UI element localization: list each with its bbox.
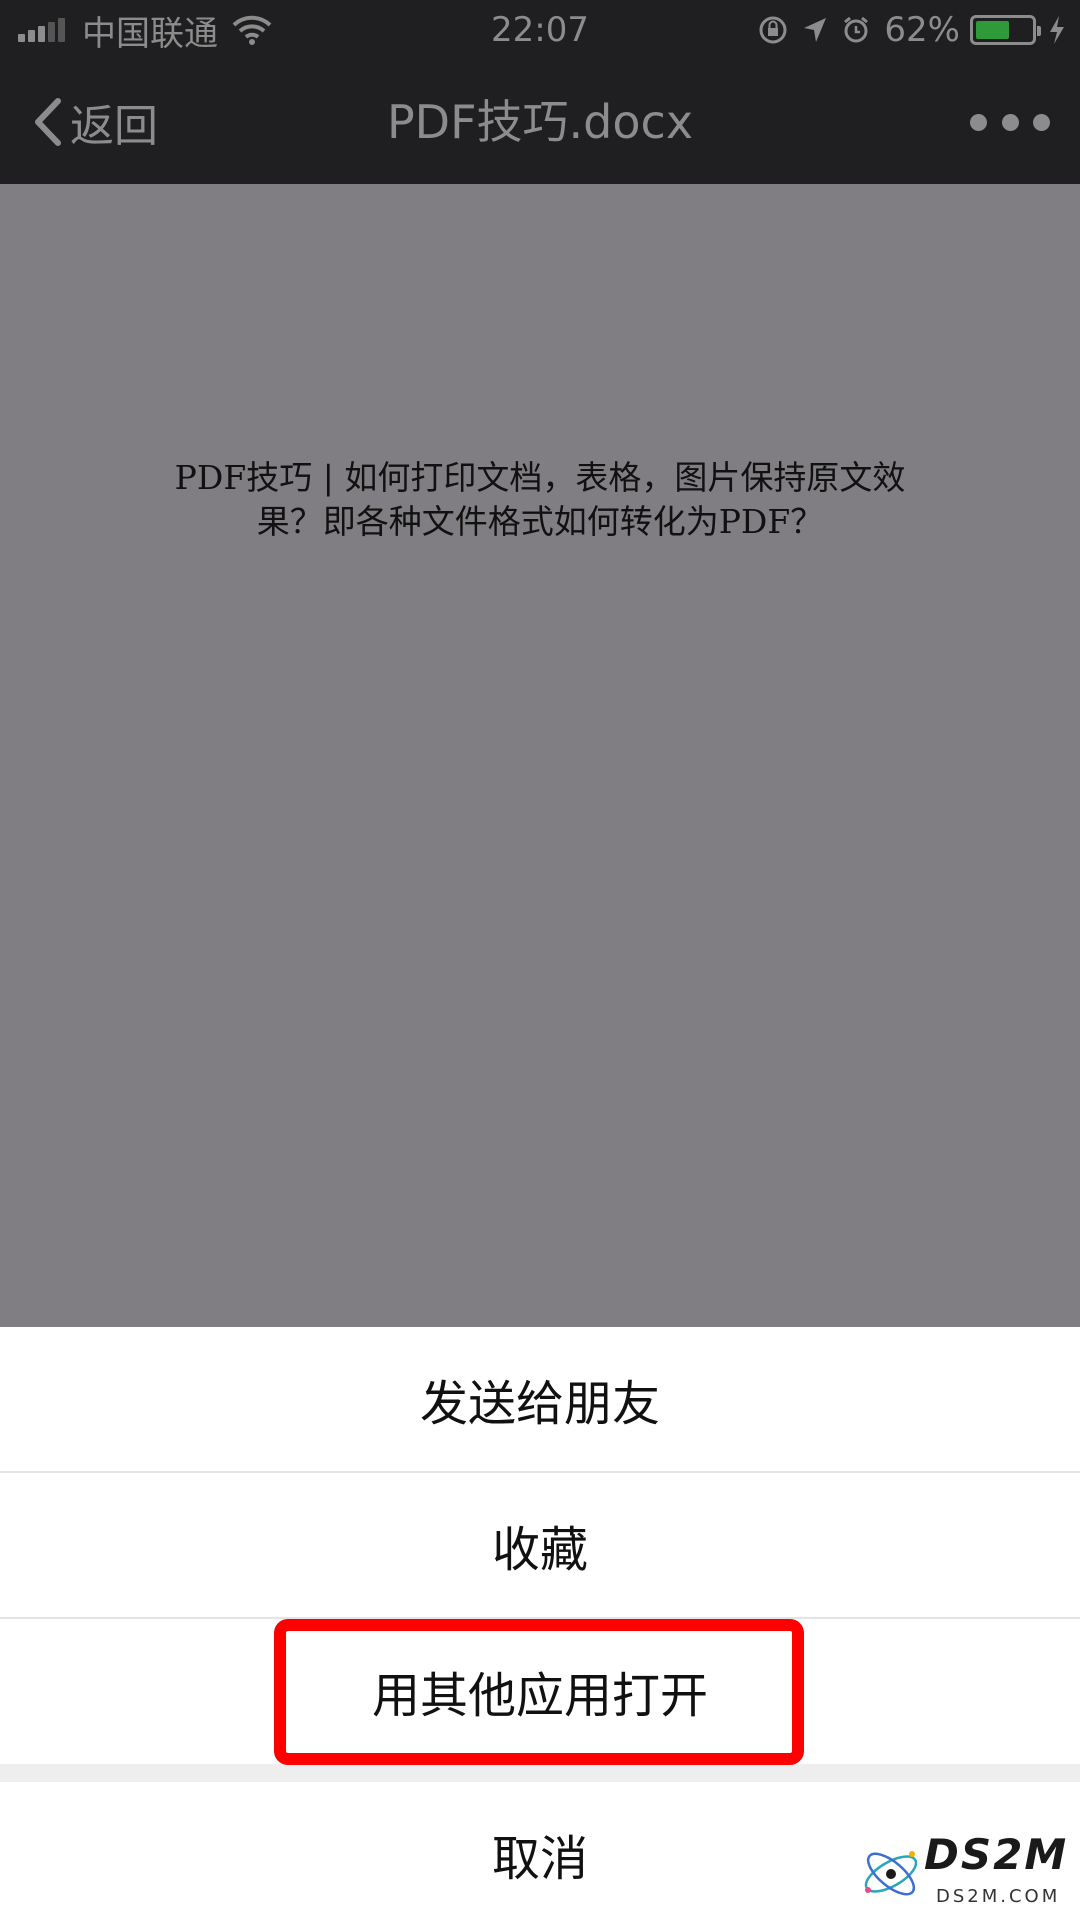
- battery-level-fill: [976, 21, 1009, 39]
- watermark-logo: DS2M DS2M.COM: [856, 1826, 1066, 1916]
- section-gap: [0, 1764, 1080, 1782]
- status-bar: 中国联通 22:07 62%: [0, 0, 1080, 60]
- more-dot-icon: [970, 113, 987, 131]
- charging-bolt-icon: [1050, 16, 1064, 44]
- location-arrow-icon: [804, 18, 827, 42]
- battery-icon: [970, 15, 1041, 45]
- more-dot-icon: [1033, 113, 1050, 131]
- document-line: PDF技巧 | 如何打印文档，表格，图片保持原文效: [174, 458, 906, 497]
- document-text: PDF技巧 | 如何打印文档，表格，图片保持原文效 果？即各种文件格式如何转化为…: [120, 456, 960, 544]
- page-title: PDF技巧.docx: [386, 95, 694, 149]
- navigation-bar: 返回 PDF技巧.docx: [0, 60, 1080, 184]
- favorite-button[interactable]: 收藏: [0, 1473, 1080, 1617]
- more-dot-icon: [1001, 113, 1019, 131]
- status-right: 62%: [744, 8, 1066, 52]
- alarm-clock-icon: [844, 16, 869, 43]
- watermark-url: DS2M.COM: [936, 1886, 1061, 1907]
- document-preview[interactable]: PDF技巧 | 如何打印文档，表格，图片保持原文效 果？即各种文件格式如何转化为…: [0, 184, 1080, 1327]
- atom-logo-icon: [864, 1851, 918, 1896]
- battery-percentage: 62%: [884, 10, 960, 50]
- orientation-lock-icon: [759, 16, 787, 44]
- action-sheet: 发送给朋友 收藏 用其他应用打开 取消 DS2M DS2M.COM: [0, 1327, 1080, 1926]
- document-line: 果？即各种文件格式如何转化为PDF？: [256, 502, 824, 541]
- more-options-button[interactable]: [970, 104, 1050, 140]
- send-to-friend-button[interactable]: 发送给朋友: [0, 1327, 1080, 1471]
- watermark-brand: DS2M: [924, 1830, 1069, 1879]
- highlight-box: [274, 1619, 804, 1765]
